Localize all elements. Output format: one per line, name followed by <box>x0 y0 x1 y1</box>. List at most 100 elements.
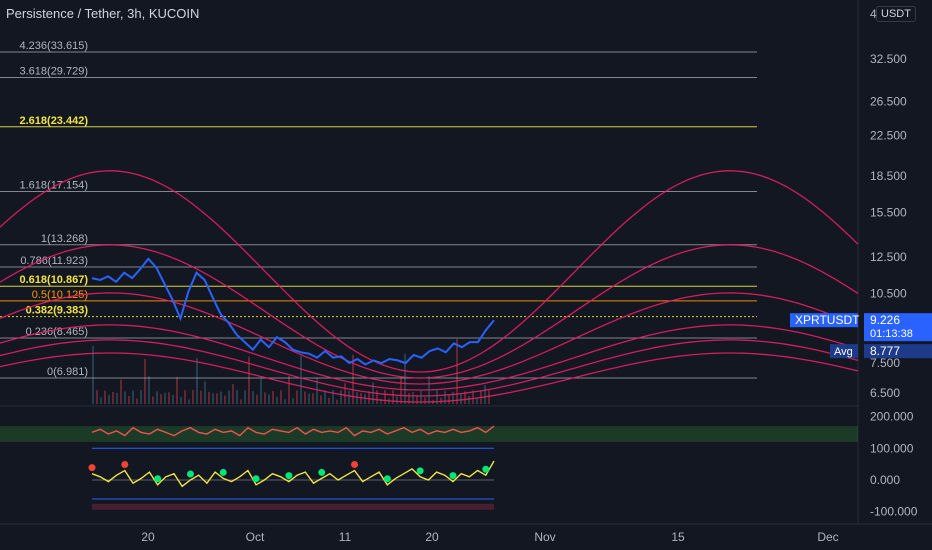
fib-level-label: 0.236(8.465) <box>26 326 88 338</box>
volume-bar <box>188 399 190 404</box>
volume-bar <box>200 390 202 404</box>
osc-signal-dot <box>318 468 326 476</box>
volume-bar <box>340 390 342 404</box>
osc-signal-dot <box>482 465 490 473</box>
volume-bar <box>460 393 462 404</box>
volume-bar <box>296 390 298 404</box>
volume-bar <box>308 393 310 404</box>
osc-y-tick-label: -100.000 <box>870 505 918 519</box>
symbol-label: XPRTUSDT <box>795 313 860 327</box>
volume-bar <box>228 390 230 404</box>
fib-level-label: 0.382(9.383) <box>26 305 89 317</box>
osc-signal-dot <box>88 464 96 472</box>
volume-bar <box>320 395 322 404</box>
volume-bar <box>108 395 110 404</box>
volume-bar <box>124 391 126 404</box>
volume-bar <box>252 391 254 404</box>
fib-level-label: 0.618(10.867) <box>20 274 89 286</box>
x-tick-label: Dec <box>817 530 838 544</box>
volume-bar <box>168 392 170 404</box>
volume-bar <box>224 395 226 404</box>
volume-bar <box>240 399 242 404</box>
y-tick-label: 32.500 <box>870 52 907 66</box>
volume-bar <box>468 395 470 404</box>
volume-bar <box>140 390 142 404</box>
volume-bar <box>484 385 486 404</box>
volume-bar <box>92 346 94 404</box>
volume-bar <box>184 390 186 404</box>
volume-bar <box>332 390 334 404</box>
volume-bar <box>148 376 150 404</box>
volume-bar <box>220 391 222 404</box>
volume-bar <box>100 397 102 404</box>
fib-arc <box>0 244 859 379</box>
volume-bar <box>112 392 114 404</box>
y-tick-label: 22.500 <box>870 128 907 142</box>
volume-bar <box>96 390 98 404</box>
osc-signal-dot <box>285 472 293 480</box>
chart-canvas[interactable]: 32.500 26.500 22.500 18.500 15.500 12.500 10.5… <box>0 0 932 550</box>
y-tick-label: 18.500 <box>870 169 907 183</box>
osc-signal-dot <box>121 460 129 468</box>
osc-band-lower <box>92 503 494 510</box>
volume-bar <box>264 392 266 404</box>
osc-series-line <box>91 460 495 488</box>
currency-button[interactable]: USDT <box>876 6 916 22</box>
volume-bar <box>300 355 302 404</box>
osc-signal-dot <box>186 470 194 478</box>
y-tick-label: 26.500 <box>870 94 907 108</box>
volume-bar <box>356 392 358 404</box>
volume-bar <box>280 390 282 404</box>
osc-signal-dot <box>416 467 424 475</box>
volume-bar <box>448 395 450 404</box>
volume-bar <box>344 383 346 404</box>
osc-signal-dot <box>351 460 359 468</box>
volume-bar <box>276 396 278 404</box>
volume-bar <box>392 390 394 404</box>
x-tick-label: Oct <box>246 530 265 544</box>
volume-bar <box>400 377 402 404</box>
y-tick-label: 12.500 <box>870 250 907 264</box>
x-tick-label: 20 <box>141 530 155 544</box>
volume-bar <box>212 393 214 404</box>
osc-y-tick-label: 100.000 <box>870 441 914 455</box>
volume-bar <box>336 399 338 404</box>
osc-y-tick-label: 200.000 <box>870 410 914 424</box>
volume-bar <box>384 390 386 404</box>
volume-bar <box>444 390 446 404</box>
y-tick-label: 7.500 <box>870 356 900 370</box>
volume-bar <box>304 391 306 404</box>
volume-bar <box>348 390 350 404</box>
volume-bar <box>396 396 398 404</box>
volume-bar <box>424 397 426 404</box>
volume-bar <box>116 393 118 404</box>
volume-bar <box>324 390 326 404</box>
osc-signal-dot <box>219 468 227 476</box>
volume-bar <box>104 390 106 404</box>
x-tick-label: 20 <box>425 530 439 544</box>
fib-level-label: 0(6.981) <box>47 366 88 378</box>
volume-bar <box>288 376 290 404</box>
volume-bar <box>196 357 198 404</box>
fib-level-label: 3.618(29.729) <box>20 65 89 77</box>
fib-level-label: 4.236(33.615) <box>20 40 89 52</box>
volume-bar <box>136 398 138 404</box>
volume-bar <box>284 399 286 404</box>
volume-bar <box>368 391 370 404</box>
volume-bar <box>120 379 122 404</box>
volume-bar <box>272 391 274 404</box>
price-line <box>91 257 495 366</box>
volume-bar <box>328 397 330 404</box>
osc-signal-dot <box>252 475 260 483</box>
osc-signal-dot <box>154 475 162 483</box>
avg-value: 8.777 <box>870 344 900 358</box>
last-price-value: 9.226 <box>870 313 900 327</box>
volume-bar <box>268 394 270 404</box>
osc-signal-dot <box>449 472 457 480</box>
volume-bar <box>260 378 262 404</box>
volume-bar <box>132 390 134 404</box>
volume-bar <box>172 394 174 404</box>
volume-bar <box>176 376 178 404</box>
volume-bar <box>192 390 194 404</box>
x-tick-label: 15 <box>671 530 685 544</box>
